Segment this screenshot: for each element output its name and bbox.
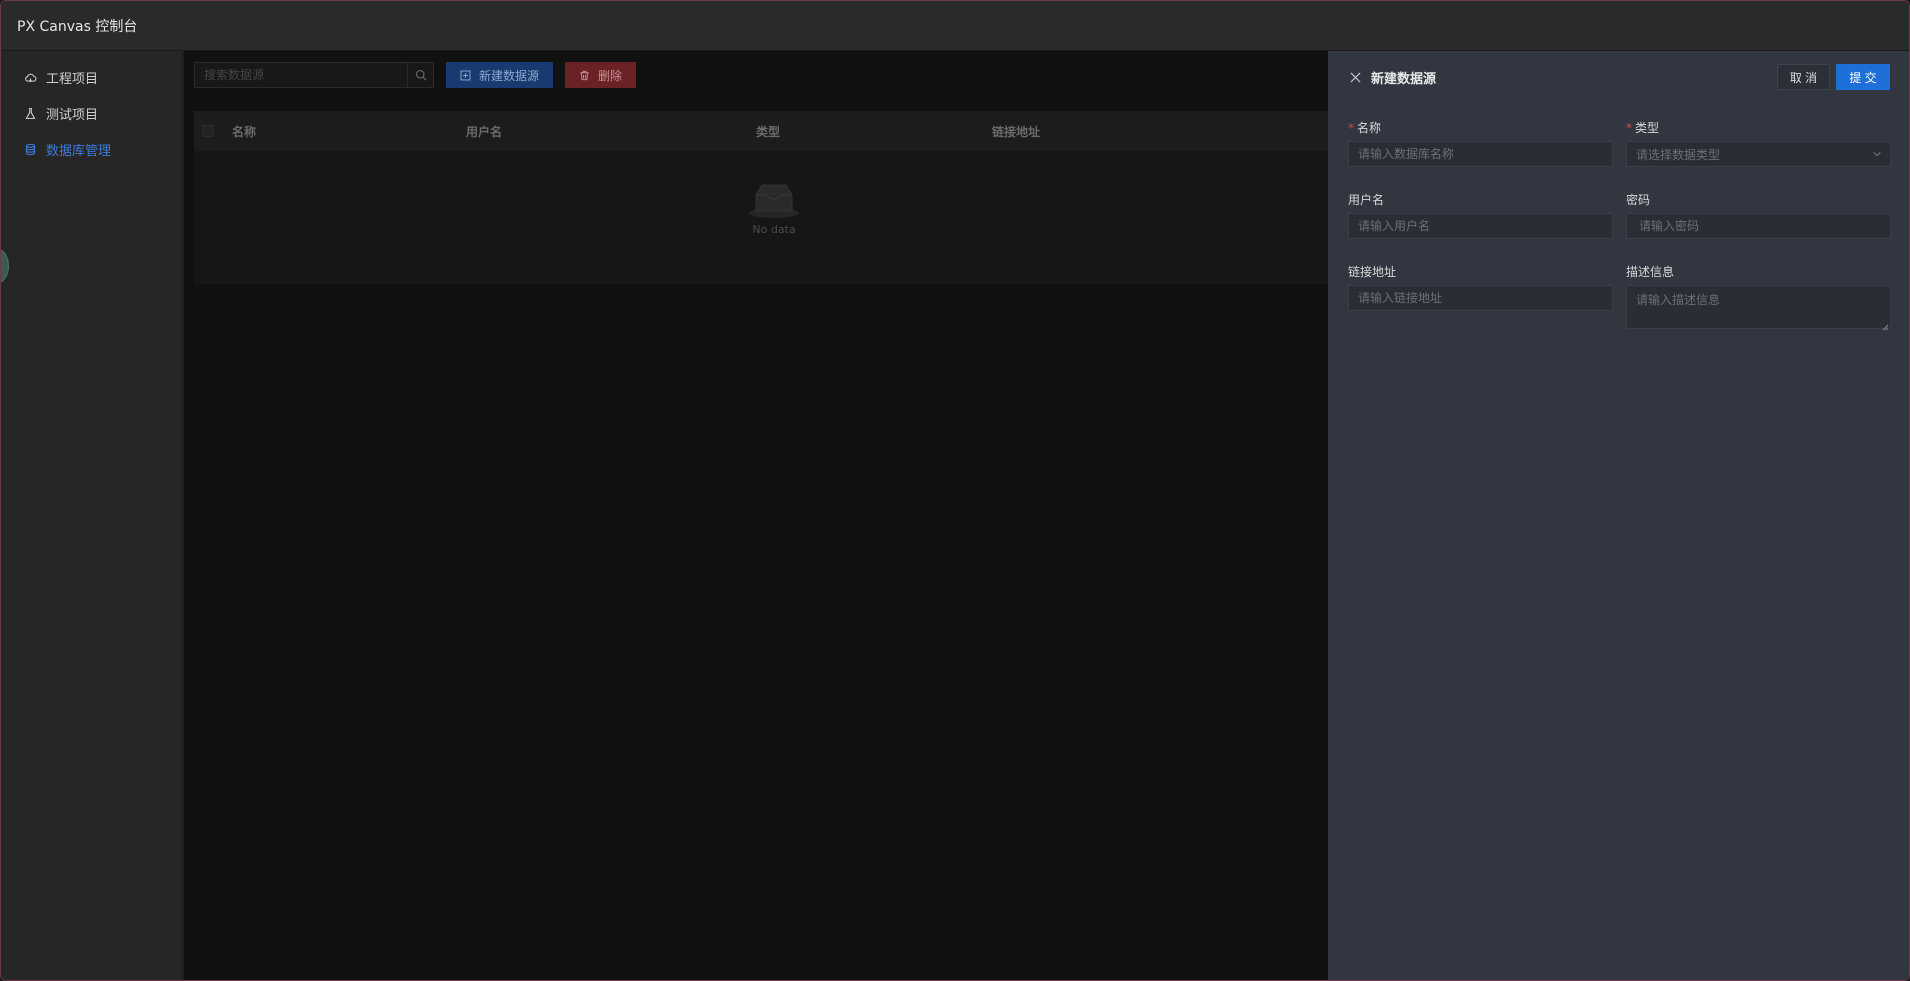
name-field-group: * 名称 <box>1348 119 1613 167</box>
trash-icon <box>579 70 590 81</box>
empty-text: No data <box>752 223 796 236</box>
search-box <box>194 62 434 88</box>
window-title: PX Canvas 控制台 <box>17 18 138 35</box>
column-header-type[interactable]: 类型 <box>756 123 992 140</box>
required-marker: * <box>1626 121 1632 135</box>
search-icon <box>415 69 427 81</box>
empty-state: No data <box>194 181 1354 236</box>
description-wrapper <box>1626 285 1891 333</box>
datasource-table: 名称 用户名 类型 链接地址 No data <box>194 111 1354 284</box>
resize-grip-icon[interactable] <box>1882 324 1889 331</box>
username-label: 用户名 <box>1348 193 1385 207</box>
required-marker: * <box>1348 121 1354 135</box>
new-datasource-drawer: 新建数据源 取 消 提 交 *名称 *类型 请选择数据类型 用户名 密码 <box>1328 51 1909 980</box>
type-label: * 类型 <box>1626 121 1660 135</box>
column-header-username[interactable]: 用户名 <box>466 123 756 140</box>
chevron-down-icon <box>1873 151 1881 157</box>
delete-label: 删除 <box>598 68 623 83</box>
plus-square-icon <box>460 70 471 81</box>
sidebar: 工程项目 测试项目 数据库管理 <box>1 51 183 980</box>
title-bar: PX Canvas 控制台 <box>1 1 1909 51</box>
select-all-checkbox[interactable] <box>202 125 214 137</box>
name-label: * 名称 <box>1348 121 1382 135</box>
username-field-group: 用户名 <box>1348 191 1613 239</box>
sidebar-item-projects[interactable]: 工程项目 <box>1 59 182 95</box>
type-select[interactable]: 请选择数据类型 <box>1626 141 1891 167</box>
sidebar-item-label: 工程项目 <box>46 71 99 87</box>
username-input[interactable] <box>1348 213 1613 239</box>
url-input[interactable] <box>1348 285 1613 311</box>
search-input[interactable] <box>195 63 407 87</box>
sidebar-item-label: 测试项目 <box>46 107 99 123</box>
description-label: 描述信息 <box>1626 265 1675 279</box>
description-field-group: 描述信息 <box>1626 263 1891 333</box>
submit-button[interactable]: 提 交 <box>1836 64 1890 90</box>
delete-button[interactable]: 删除 <box>565 62 637 88</box>
description-textarea[interactable] <box>1626 285 1891 329</box>
name-input[interactable] <box>1348 141 1613 167</box>
sidebar-item-tests[interactable]: 测试项目 <box>1 95 182 131</box>
search-button[interactable] <box>407 63 433 87</box>
table-header: 名称 用户名 类型 链接地址 <box>194 111 1354 151</box>
column-header-name[interactable]: 名称 <box>232 123 466 140</box>
password-input[interactable] <box>1626 213 1891 239</box>
sidebar-item-database[interactable]: 数据库管理 <box>1 131 182 167</box>
password-field-group: 密码 <box>1626 191 1891 239</box>
toolbar: 新建数据源 删除 <box>194 62 637 88</box>
sidebar-collapse-handle[interactable] <box>1 249 9 283</box>
flask-icon <box>23 106 37 120</box>
type-field-group: * 类型 请选择数据类型 <box>1626 119 1891 167</box>
cloud-icon <box>23 70 37 84</box>
type-select-placeholder: 请选择数据类型 <box>1636 147 1721 162</box>
database-icon <box>23 142 37 156</box>
drawer-title: 新建数据源 <box>1371 71 1437 87</box>
cancel-button[interactable]: 取 消 <box>1777 64 1830 90</box>
drawer-header: 新建数据源 取 消 提 交 <box>1328 51 1909 103</box>
url-field-group: 链接地址 <box>1348 263 1613 311</box>
password-label: 密码 <box>1626 193 1651 207</box>
app-window: PX Canvas 控制台 工程项目 测试项目 数据库管理 搜索数据源 新建数据… <box>0 0 1910 981</box>
url-label: 链接地址 <box>1348 265 1397 279</box>
column-header-url[interactable]: 链接地址 <box>992 123 1354 140</box>
empty-inbox-icon <box>749 184 799 218</box>
sidebar-item-label: 数据库管理 <box>46 143 112 159</box>
close-icon[interactable] <box>1350 71 1361 83</box>
new-datasource-label: 新建数据源 <box>479 68 540 83</box>
new-datasource-button[interactable]: 新建数据源 <box>446 62 554 88</box>
